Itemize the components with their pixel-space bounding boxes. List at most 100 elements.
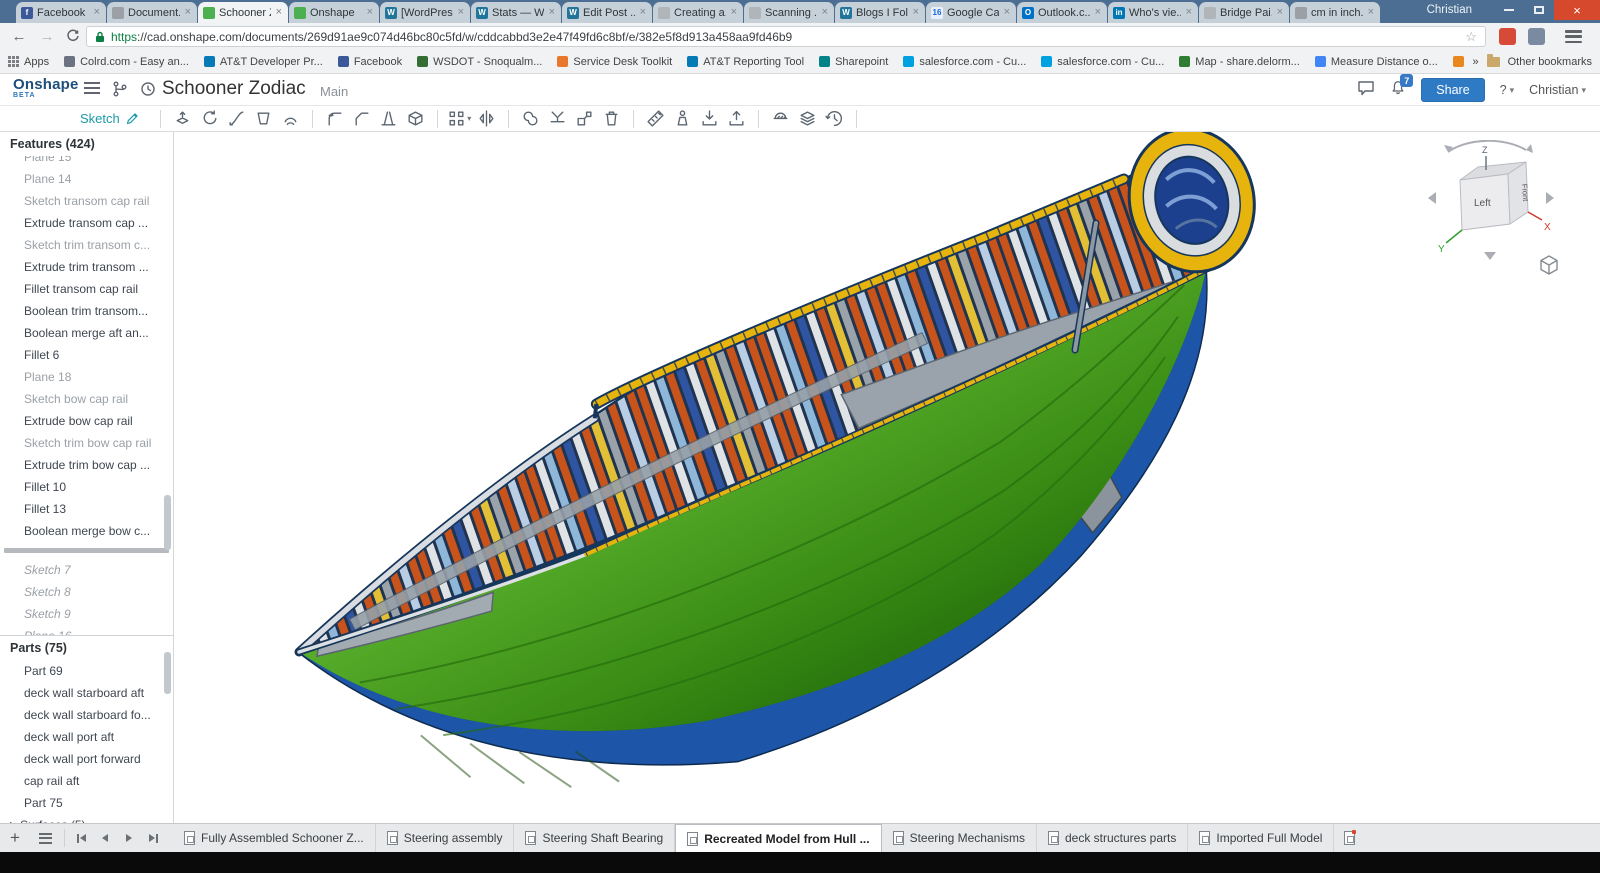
rotate-down-arrow-icon[interactable] (1484, 252, 1496, 260)
element-tab[interactable]: deck structures parts (1037, 824, 1188, 852)
import-icon[interactable] (696, 108, 723, 130)
user-menu[interactable]: Christian ▾ (1529, 83, 1586, 97)
feature-item[interactable]: Sketch bow cap rail (0, 388, 173, 410)
tab-close-icon[interactable]: × (1003, 7, 1011, 18)
measure-icon[interactable] (642, 108, 669, 130)
sketch-button[interactable]: Sketch (80, 111, 140, 126)
transform-icon[interactable] (571, 108, 598, 130)
browser-tab[interactable]: W Stats — W... × (471, 2, 561, 23)
bookmark-item[interactable]: AT&T Developer Pr... (204, 56, 323, 68)
part-item[interactable]: cap rail aft (0, 770, 173, 792)
feature-item[interactable]: Fillet 10 (0, 476, 173, 498)
tab-close-icon[interactable]: × (912, 7, 920, 18)
help-menu[interactable]: ? ▾ (1500, 83, 1514, 97)
tab-close-icon[interactable]: × (639, 7, 647, 18)
feature-item[interactable]: Sketch trim transom c... (0, 234, 173, 256)
bookmark-item[interactable]: Map - share.delorm... (1179, 56, 1300, 68)
browser-tab[interactable]: W Blogs I Fol... × (835, 2, 925, 23)
browser-tab[interactable]: Creating a... × (653, 2, 743, 23)
tab-close-icon[interactable]: × (1185, 7, 1193, 18)
browser-tab[interactable]: O Outlook.c... × (1017, 2, 1107, 23)
revolve-icon[interactable] (196, 108, 223, 130)
address-bar[interactable]: https://cad.onshape.com/documents/269d91… (86, 26, 1486, 47)
part-item[interactable]: deck wall port aft (0, 726, 173, 748)
parts-scrollbar[interactable] (164, 652, 171, 694)
tab-close-icon[interactable]: × (457, 7, 465, 18)
delete-part-icon[interactable] (598, 108, 625, 130)
tab-close-icon[interactable]: × (1276, 7, 1284, 18)
element-tab[interactable]: Steering Shaft Bearing (514, 824, 675, 852)
notifications-bell-icon[interactable]: 7 (1390, 79, 1406, 101)
feature-item[interactable]: Extrude trim transom ... (0, 256, 173, 278)
view-cube[interactable]: Left Front Y X Z (1426, 140, 1556, 262)
bookmark-item[interactable]: Sharepoint (819, 56, 888, 68)
tab-close-icon[interactable]: × (730, 7, 738, 18)
tab-overflow-icon[interactable] (1344, 831, 1355, 845)
bookmark-item[interactable]: AT&T Reporting Tool (687, 56, 804, 68)
fillet-icon[interactable] (321, 108, 348, 130)
rollback-bar[interactable] (4, 548, 169, 553)
workspace-name[interactable]: Main (320, 84, 348, 99)
thicken-icon[interactable] (277, 108, 304, 130)
chrome-menu-icon[interactable] (1565, 30, 1582, 43)
element-tab[interactable]: Fully Assembled Schooner Z... (173, 824, 376, 852)
mass-properties-icon[interactable] (669, 108, 696, 130)
tab-close-icon[interactable]: × (821, 7, 829, 18)
extension-icon[interactable] (1528, 28, 1545, 45)
element-tab[interactable]: Steering Mechanisms (882, 824, 1037, 852)
tab-close-icon[interactable]: × (1367, 7, 1375, 18)
feature-item[interactable]: Sketch transom cap rail (0, 190, 173, 212)
feature-item[interactable]: Plane 14 (0, 168, 173, 190)
feature-item[interactable]: Fillet 13 (0, 498, 173, 520)
feature-item[interactable]: Sketch trim bow cap rail (0, 432, 173, 454)
tab-close-icon[interactable]: × (184, 7, 192, 18)
chamfer-icon[interactable] (348, 108, 375, 130)
section-view-icon[interactable] (767, 108, 794, 130)
tab-close-icon[interactable]: × (548, 7, 556, 18)
browser-tab[interactable]: Document... × (107, 2, 197, 23)
back-button[interactable]: ← (8, 26, 30, 47)
element-tab[interactable]: Recreated Model from Hull ... (675, 824, 881, 852)
appearance-icon[interactable] (794, 108, 821, 130)
next-tab-button[interactable] (117, 824, 141, 852)
part-item[interactable]: deck wall starboard aft (0, 682, 173, 704)
feature-item[interactable]: Extrude transom cap ... (0, 212, 173, 234)
tab-close-icon[interactable]: × (93, 7, 101, 18)
first-tab-button[interactable] (69, 824, 93, 852)
part-item[interactable]: deck wall port forward (0, 748, 173, 770)
features-scrollbar[interactable] (164, 495, 171, 550)
bookmarks-overflow-chevron[interactable]: » (1473, 56, 1479, 68)
part-item[interactable]: Part 75 (0, 792, 173, 814)
onshape-logo[interactable]: Onshape BETA (13, 77, 79, 99)
feature-item[interactable]: Plane 18 (0, 366, 173, 388)
bookmark-star-icon[interactable]: ☆ (1465, 29, 1477, 45)
feature-item[interactable]: Extrude trim bow cap ... (0, 454, 173, 476)
tab-close-icon[interactable]: × (1094, 7, 1102, 18)
new-element-button[interactable]: + (0, 824, 30, 852)
part-item[interactable]: Part 69 (0, 660, 173, 682)
feature-item[interactable]: Sketch 7 (0, 559, 173, 581)
comments-icon[interactable] (1357, 80, 1375, 101)
linear-pattern-icon[interactable] (446, 108, 473, 130)
last-tab-button[interactable] (141, 824, 165, 852)
forward-button[interactable]: → (36, 26, 58, 47)
bookmark-item[interactable]: Facebook (338, 56, 402, 68)
sweep-icon[interactable] (223, 108, 250, 130)
tab-close-icon[interactable]: × (275, 7, 283, 18)
browser-tab[interactable]: Onshape × (289, 2, 379, 23)
split-icon[interactable] (544, 108, 571, 130)
browser-tab[interactable]: Bridge Pai... × (1199, 2, 1289, 23)
feature-item[interactable]: Boolean trim transom... (0, 300, 173, 322)
export-icon[interactable] (723, 108, 750, 130)
mirror-icon[interactable] (473, 108, 500, 130)
window-close-button[interactable]: × (1554, 0, 1600, 20)
bookmark-item[interactable]: Service Desk Toolkit (557, 56, 672, 68)
loft-icon[interactable] (250, 108, 277, 130)
browser-tab[interactable]: cm in inch... × (1290, 2, 1380, 23)
browser-tab[interactable]: W Edit Post ... × (562, 2, 652, 23)
browser-tab[interactable]: Scanning ... × (744, 2, 834, 23)
graphics-viewport[interactable]: Left Front Y X Z (174, 132, 1600, 823)
boolean-icon[interactable] (517, 108, 544, 130)
bookmark-item[interactable]: Colrd.com - Easy an... (64, 56, 189, 68)
share-button[interactable]: Share (1421, 78, 1484, 102)
